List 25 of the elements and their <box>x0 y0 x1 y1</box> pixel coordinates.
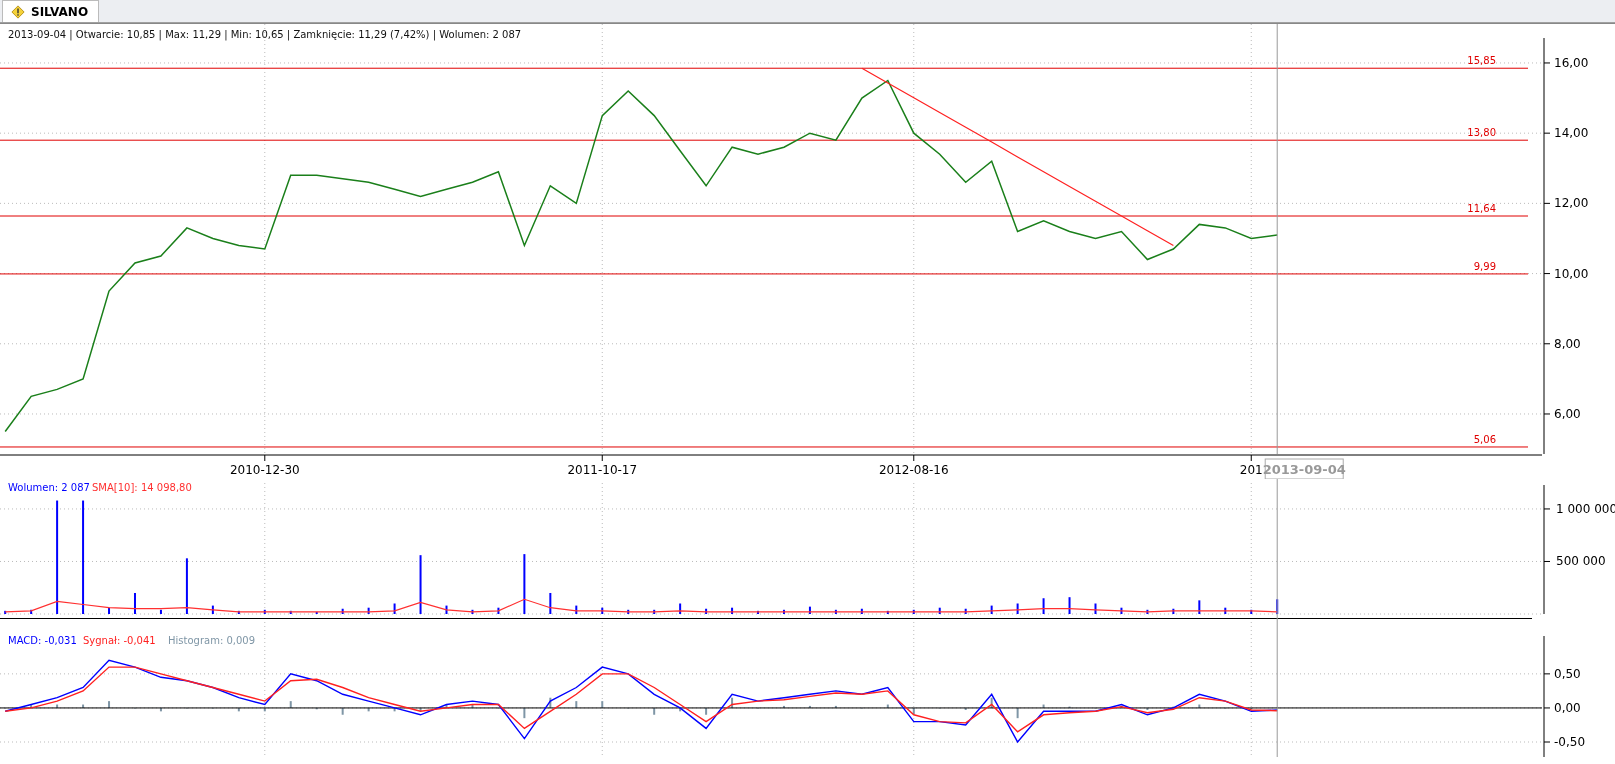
axis-label: 500 000 <box>1556 554 1606 569</box>
date-label: 2011-10-17 <box>567 463 638 477</box>
legend-label: MACD: -0,031 <box>8 635 77 646</box>
legend-label: Sygnał: -0,041 <box>83 635 156 646</box>
axis-label: 6,00 <box>1554 407 1581 421</box>
legend-label: SMA[10]: 14 098,80 <box>92 482 192 493</box>
axis-label: 8,00 <box>1554 336 1581 351</box>
level-label: 13,80 <box>1467 127 1496 139</box>
ohlc-legend: 2013-09-04 | Otwarcie: 10,85 | Max: 11,29 | Min: 10,65 | Zamknięcie: 11,29 (7,42%) | Wolumen: 2 087 <box>8 29 522 40</box>
axis-label: 0,50 <box>1554 666 1581 681</box>
axis-label: 10,00 <box>1554 266 1589 281</box>
level-label: 15,85 <box>1467 55 1496 67</box>
axis-label: -0,50 <box>1554 735 1586 749</box>
axis-label: 16,00 <box>1554 55 1589 70</box>
axis-label: 0,00 <box>1554 700 1581 715</box>
level-label: 11,64 <box>1467 203 1496 214</box>
date-label: 2012-08-16 <box>878 463 949 477</box>
date-label: 201 <box>1239 463 1263 477</box>
level-label: 5,06 <box>1473 434 1496 445</box>
axis-label: 12,00 <box>1554 196 1589 211</box>
legend-label: Histogram: 0,009 <box>168 635 256 646</box>
level-label: 9,99 <box>1473 260 1496 272</box>
legend-label: Wolumen: 2 087 <box>8 482 90 493</box>
axis-label: 14,00 <box>1554 126 1589 141</box>
date-label: 2010-12-30 <box>229 463 300 477</box>
